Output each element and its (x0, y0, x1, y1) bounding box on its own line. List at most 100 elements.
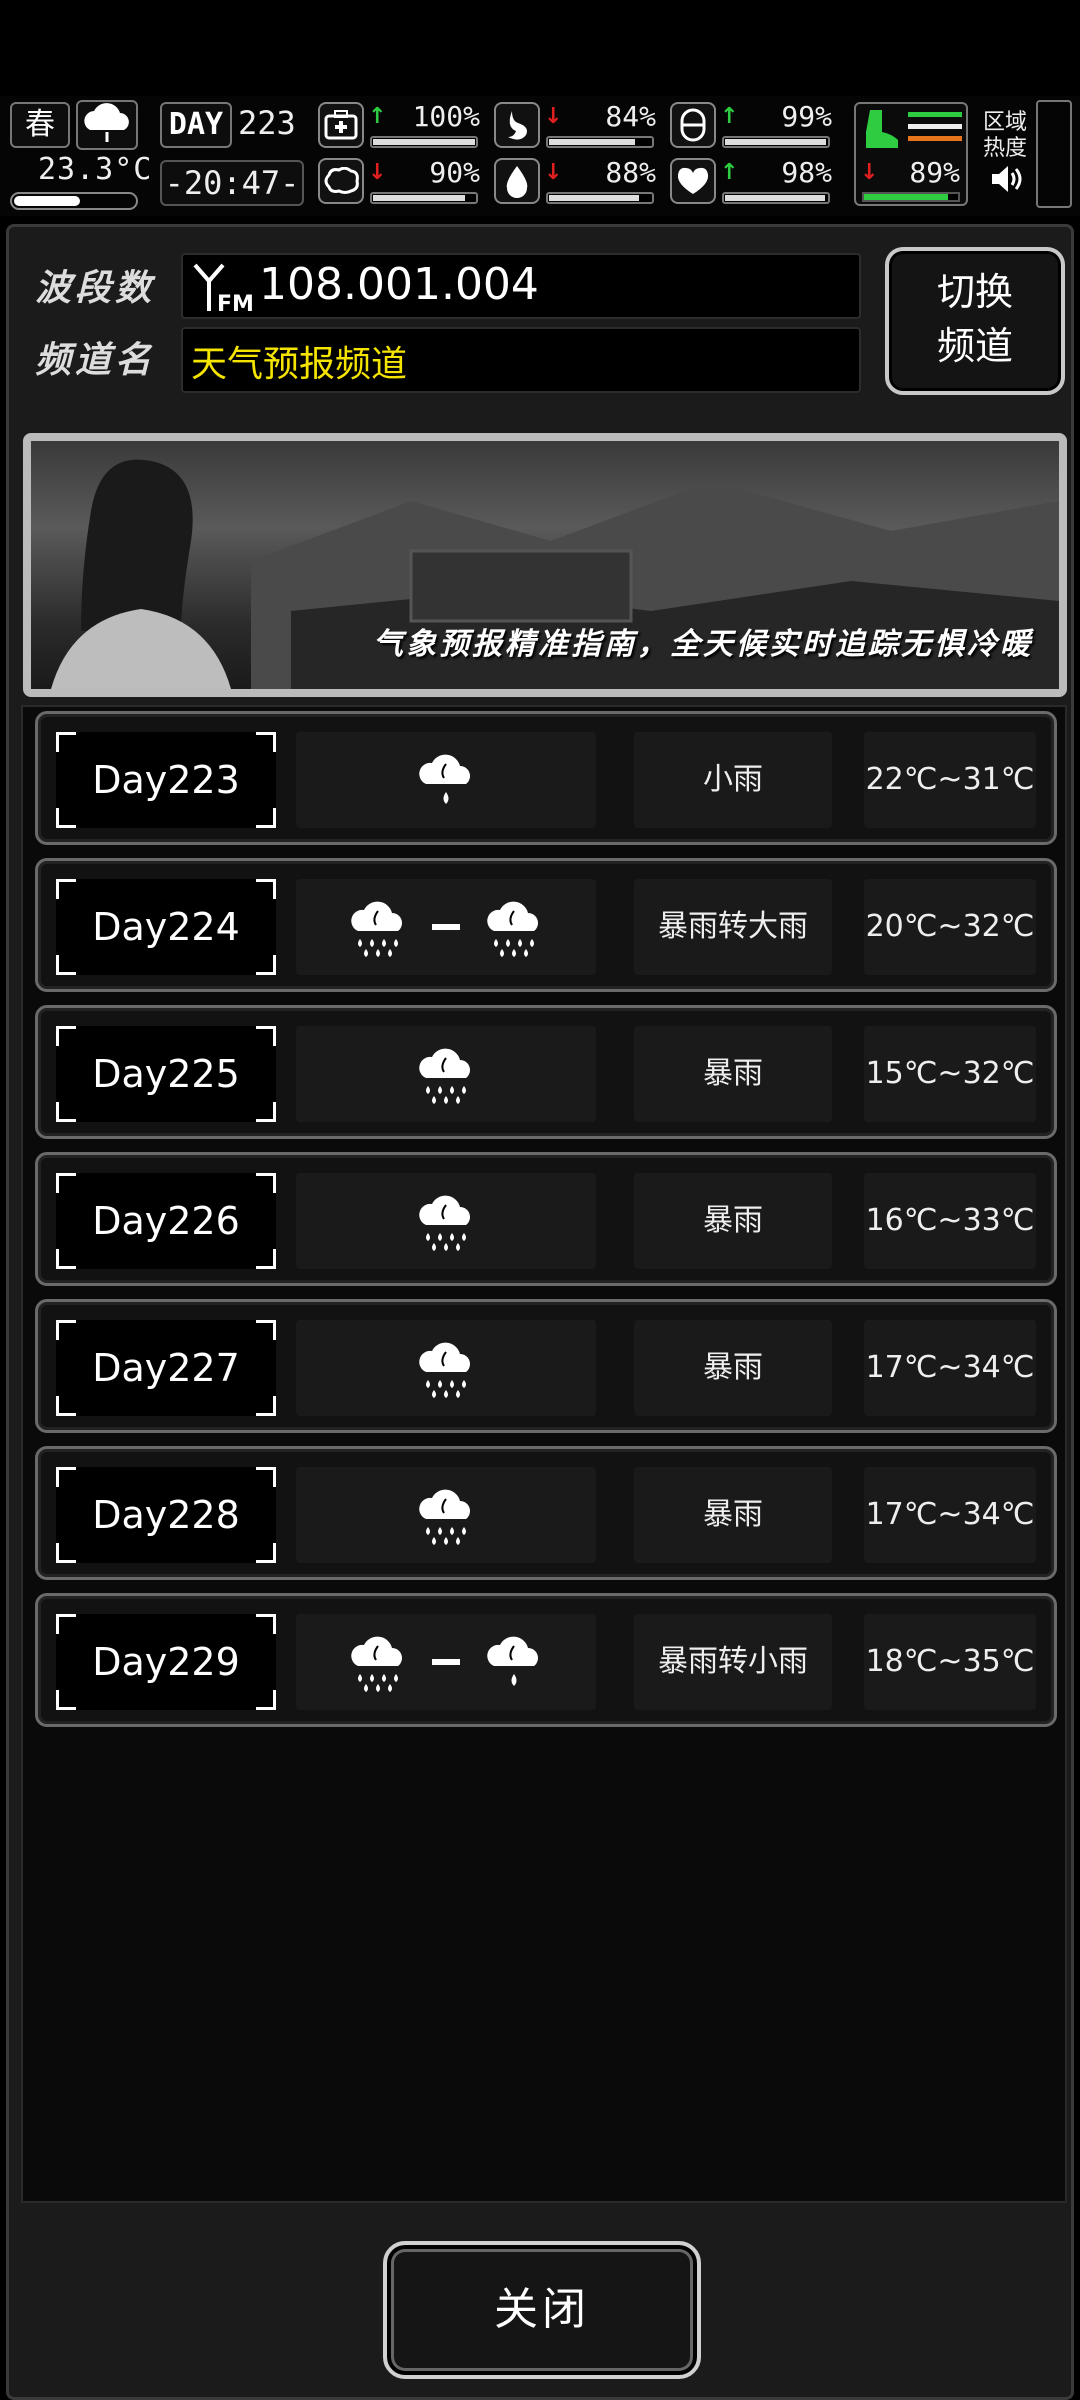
heart-bar (722, 192, 830, 204)
switch-channel-label: 切换频道 (936, 270, 1013, 368)
mind-percent: 90% (429, 156, 480, 189)
water-drop-icon (494, 158, 540, 204)
heavy-rain-icon (419, 1195, 470, 1251)
health-bar (370, 136, 478, 148)
heart-percent: 98% (781, 156, 832, 189)
season-label: 春 (25, 107, 55, 142)
forecast-description: 暴雨转小雨 (634, 1614, 832, 1710)
stamina-bar (862, 192, 960, 202)
heavy-rain-icon (351, 1636, 402, 1692)
hunger-bar-fill (549, 139, 635, 145)
region-heat-meter (1036, 100, 1072, 208)
heart-icon (670, 158, 716, 204)
health-percent: 100% (412, 100, 480, 133)
thermometer-fill (14, 196, 80, 206)
forecast-day-cell: Day224 (56, 879, 276, 975)
forecast-day: Day227 (92, 1346, 240, 1390)
game-clock: -20:47- (160, 160, 304, 206)
thirst-stat: ↓ 88% (494, 156, 664, 208)
forecast-day-cell: Day223 (56, 732, 276, 828)
light-rain-icon (419, 754, 470, 804)
forecast-row: Day228 暴雨 17℃~34℃ (35, 1446, 1057, 1580)
forecast-description: 暴雨 (634, 1467, 832, 1563)
transition-dash (432, 924, 460, 930)
forecast-row: Day226 暴雨 16℃~33℃ (35, 1152, 1057, 1286)
heavy-rain-icon (419, 1048, 470, 1104)
status-hud: 春 23.3°C DAY 223 -20:47- ↑ 100% ↓ 84% ↑ … (0, 96, 1080, 216)
stamina-panel: ↓ 89% (854, 102, 968, 206)
banner-slogan: 气象预报精准指南，全天候实时追踪无惧冷暖 (373, 627, 1033, 662)
forecast-temperature: 18℃~35℃ (864, 1614, 1036, 1710)
trend-arrow-icon: ↑ (720, 160, 739, 185)
forecast-description: 暴雨 (634, 1026, 832, 1122)
fm-antenna-icon: FM (193, 263, 253, 315)
stamina-percent: 89% (909, 156, 960, 189)
thirst-bar-fill (549, 195, 639, 201)
health-bar-fill (373, 139, 475, 145)
brain-icon (318, 158, 364, 204)
forecast-description: 暴雨转大雨 (634, 879, 832, 975)
forecast-description: 暴雨 (634, 1320, 832, 1416)
stamina-bar-fill (864, 194, 948, 200)
light-rain-icon (487, 1636, 538, 1686)
forecast-day: Day224 (92, 905, 240, 949)
mind-bar (370, 192, 478, 204)
trend-arrow-icon: ↑ (368, 104, 387, 129)
leg-icon (866, 110, 898, 148)
forecast-temperature: 16℃~33℃ (864, 1173, 1036, 1269)
forecast-day-cell: Day228 (56, 1467, 276, 1563)
thermometer-bar (10, 192, 138, 210)
forecast-day: Day226 (92, 1199, 240, 1243)
band-label: 波段数 (35, 268, 156, 309)
trend-arrow-icon: ↓ (860, 160, 879, 185)
medkit-icon (318, 102, 364, 148)
hunger-stat: ↓ 84% (494, 100, 664, 152)
mood-bar (722, 136, 830, 148)
svg-text:FM: FM (217, 292, 253, 315)
forecast-banner: 气象预报精准指南，全天候实时追踪无惧冷暖 (23, 433, 1067, 697)
mind-stat: ↓ 90% (318, 156, 488, 208)
forecast-row: Day227 暴雨 17℃~34℃ (35, 1299, 1057, 1433)
channel-name: 天气预报频道 (191, 344, 408, 385)
forecast-day-cell: Day225 (56, 1026, 276, 1122)
close-button[interactable]: 关闭 (383, 2241, 701, 2379)
forecast-description: 小雨 (634, 732, 832, 828)
forecast-day: Day225 (92, 1052, 240, 1096)
season-indicator: 春 (10, 102, 70, 148)
thirst-percent: 88% (605, 156, 656, 189)
forecast-icon-cell (296, 732, 596, 828)
forecast-icon-cell (296, 1026, 596, 1122)
speaker-icon[interactable] (990, 164, 1024, 198)
forecast-day: Day228 (92, 1493, 240, 1537)
weather-cloud-icon (76, 100, 138, 150)
frequency-value: 108.001.004 (259, 259, 539, 310)
forecast-row: Day229 暴雨转小雨 18℃~35℃ (35, 1593, 1057, 1727)
hunger-percent: 84% (605, 100, 656, 133)
thirst-bar (546, 192, 654, 204)
mood-bar-fill (725, 139, 826, 145)
forecast-row: Day224 暴雨转大雨 20℃~32℃ (35, 858, 1057, 992)
frequency-field: FM 108.001.004 (181, 253, 861, 319)
radio-panel: 波段数 FM 108.001.004 频道名 天气预报频道 切换频道 气象预报精… (6, 224, 1074, 2400)
forecast-day: Day229 (92, 1640, 240, 1684)
forecast-icon-cell (296, 1467, 596, 1563)
forecast-icon-cell (296, 1614, 596, 1710)
day-badge: DAY (160, 102, 232, 148)
forecast-day-cell: Day227 (56, 1320, 276, 1416)
forecast-description: 暴雨 (634, 1173, 832, 1269)
stamina-stripe-green (908, 112, 962, 117)
mood-stat: ↑ 99% (670, 100, 840, 152)
close-label: 关闭 (494, 2284, 590, 2335)
stamina-stripe-white (908, 124, 962, 129)
forecast-icon-cell (296, 1173, 596, 1269)
heavy-rain-icon (487, 901, 538, 957)
forecast-temperature: 17℃~34℃ (864, 1320, 1036, 1416)
forecast-temperature: 17℃~34℃ (864, 1467, 1036, 1563)
forecast-list: Day223 小雨 22℃~31℃ Day224 暴雨转大雨 20℃~32℃ Day225 暴… (21, 705, 1067, 2203)
forecast-temperature: 20℃~32℃ (864, 879, 1036, 975)
forecast-day: Day223 (92, 758, 240, 802)
forecast-day-cell: Day229 (56, 1614, 276, 1710)
trend-arrow-icon: ↓ (544, 104, 563, 129)
switch-channel-button[interactable]: 切换频道 (885, 247, 1065, 395)
mood-percent: 99% (781, 100, 832, 133)
